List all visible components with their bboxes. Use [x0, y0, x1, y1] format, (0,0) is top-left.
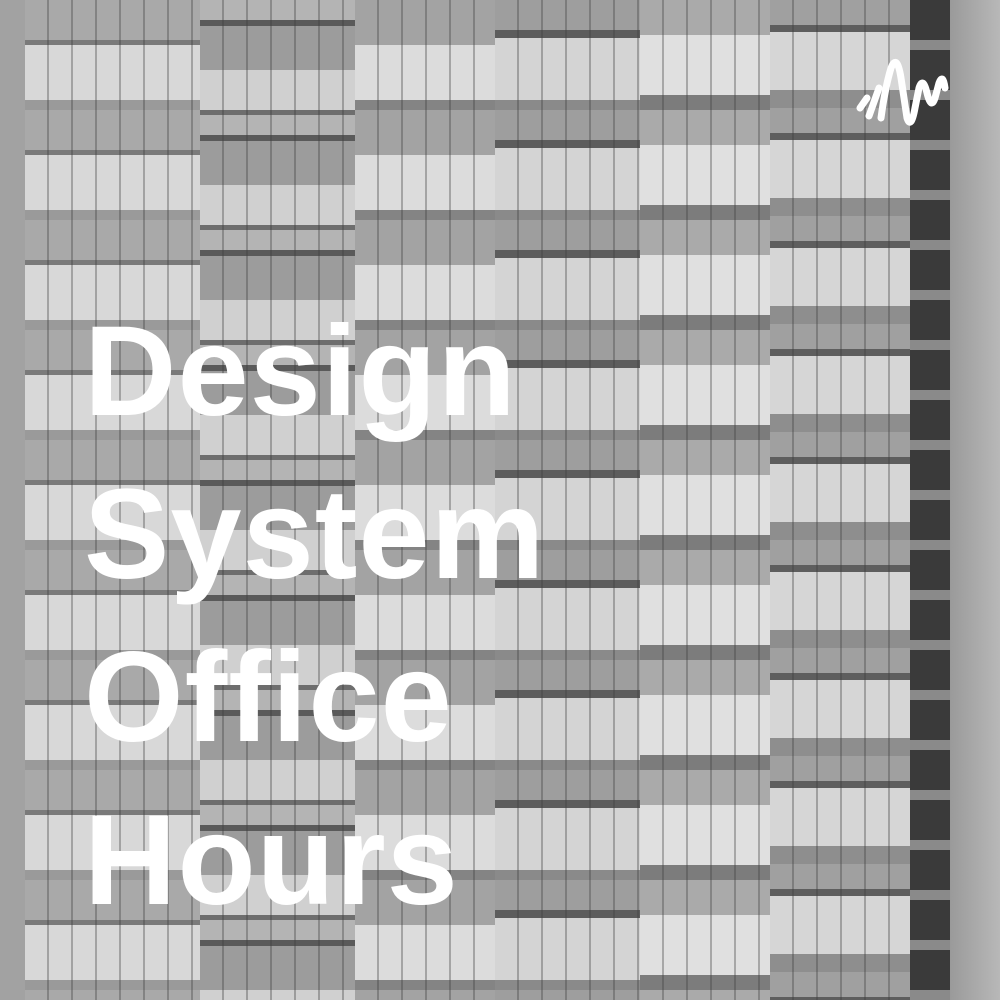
title-line: Office [84, 626, 453, 769]
facade-column [640, 0, 770, 1000]
podcast-waveform-icon [856, 58, 949, 126]
title-line: Design [84, 300, 517, 443]
podcast-title: Design System Office Hours [84, 290, 545, 942]
title-line: Hours [84, 789, 459, 932]
facade-column [910, 0, 950, 1000]
facade-column [770, 0, 915, 1000]
title-line: System [84, 463, 546, 606]
facade-column [950, 0, 1000, 1000]
facade-column [0, 0, 25, 1000]
